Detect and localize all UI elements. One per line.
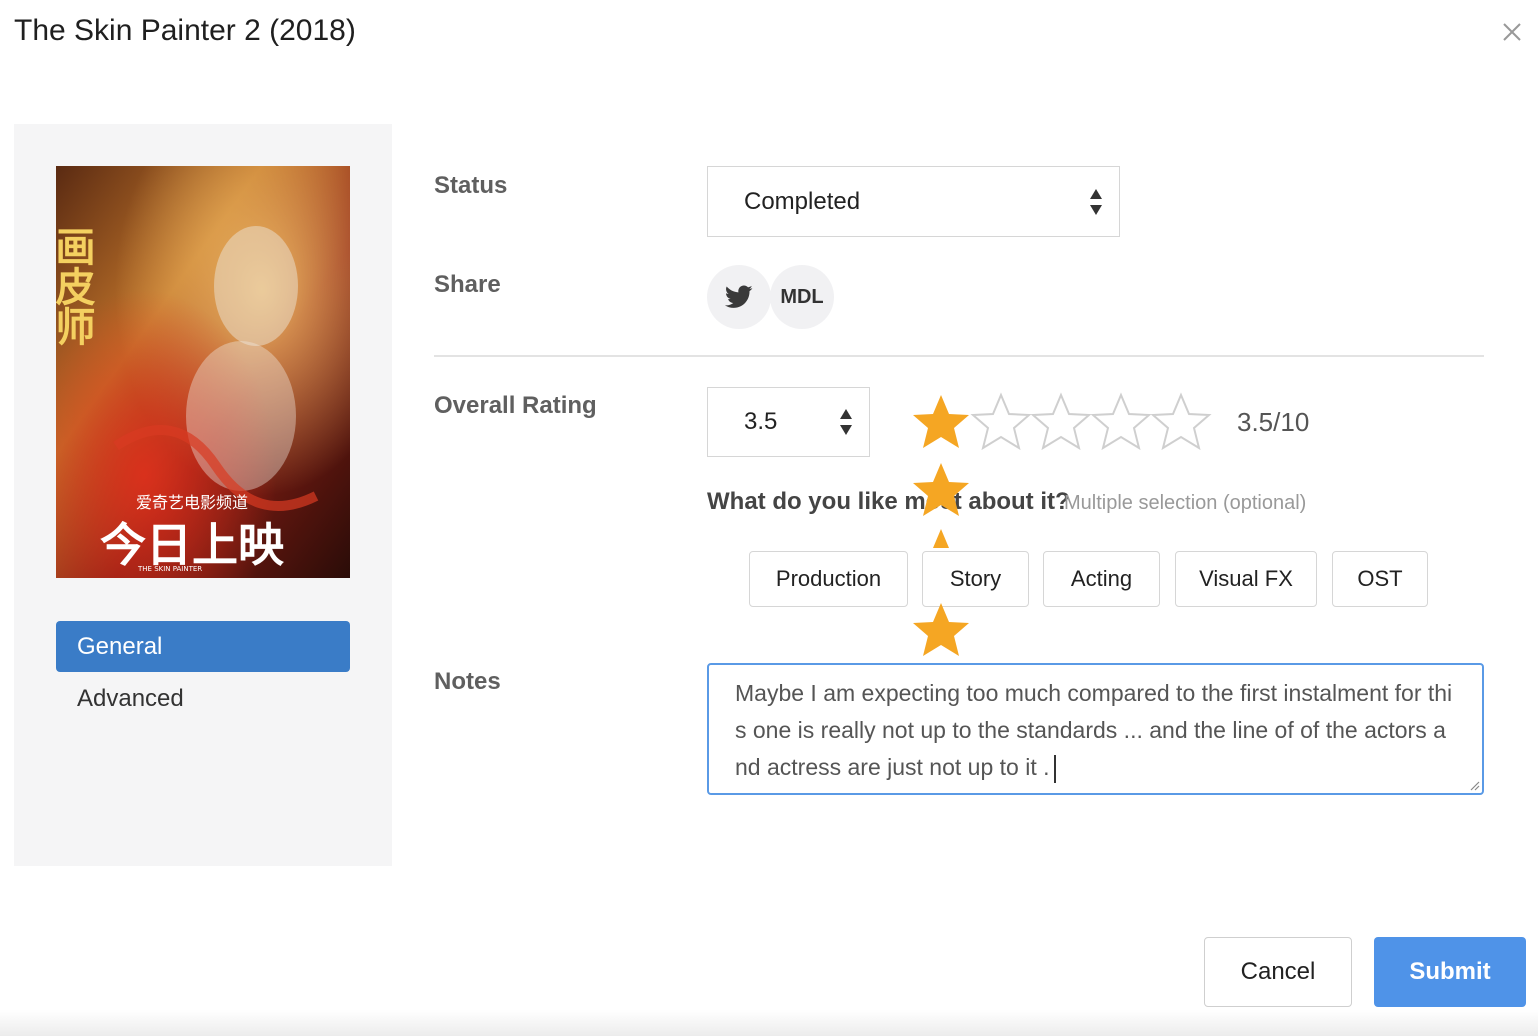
question-hint: Multiple selection (optional): [1064, 492, 1307, 514]
share-twitter-button[interactable]: [707, 265, 771, 329]
select-arrows-icon: [840, 409, 852, 435]
star-icon-empty[interactable]: [1090, 392, 1152, 452]
question-text: What do you like most about it?: [707, 488, 1070, 515]
close-icon: [1503, 23, 1521, 41]
notes-label: Notes: [434, 668, 501, 695]
sidebar-item-general[interactable]: General: [56, 621, 350, 672]
twitter-icon: [725, 285, 753, 308]
star-icon-filled[interactable]: [910, 392, 972, 452]
cancel-button[interactable]: Cancel: [1204, 937, 1352, 1007]
bottom-shadow: [0, 1010, 1538, 1036]
status-value: Completed: [744, 187, 861, 215]
tag-ost-button[interactable]: OST: [1332, 551, 1428, 607]
star-animation-icon: [910, 526, 972, 548]
close-button[interactable]: [1496, 16, 1528, 48]
share-mdl-button[interactable]: MDL: [770, 265, 834, 329]
rating-label: Overall Rating: [434, 392, 597, 419]
text-cursor: [1053, 754, 1056, 783]
tag-production-button[interactable]: Production: [749, 551, 908, 607]
tag-visual-fx-button[interactable]: Visual FX: [1175, 551, 1317, 607]
poster-image: 画皮师 爱奇艺电影频道 今日上映 THE SKIN PAINTER: [56, 166, 350, 578]
svg-text:爱奇艺电影频道: 爱奇艺电影频道: [136, 493, 248, 512]
divider: [434, 355, 1484, 357]
svg-text:今日上映: 今日上映: [100, 518, 284, 572]
select-arrows-icon: [1090, 188, 1102, 215]
status-select[interactable]: Completed: [707, 166, 1120, 237]
tag-story-button[interactable]: Story: [922, 551, 1029, 607]
poster-artwork: 画皮师 爱奇艺电影频道 今日上映 THE SKIN PAINTER: [56, 166, 350, 578]
star-icon-empty[interactable]: [1030, 392, 1092, 452]
sidebar-item-advanced[interactable]: Advanced: [56, 673, 350, 724]
sidebar: 画皮师 爱奇艺电影频道 今日上映 THE SKIN PAINTER Genera…: [14, 124, 392, 866]
svg-text:画皮师: 画皮师: [56, 226, 96, 346]
star-animation-icon: [910, 600, 972, 660]
rating-display: 3.5/10: [1237, 407, 1310, 437]
rating-value: 3.5: [744, 408, 778, 435]
resize-grip-icon[interactable]: [1468, 779, 1480, 791]
star-icon-empty[interactable]: [1150, 392, 1212, 452]
svg-text:THE SKIN PAINTER: THE SKIN PAINTER: [137, 565, 202, 573]
tag-acting-button[interactable]: Acting: [1043, 551, 1160, 607]
modal-title: The Skin Painter 2 (2018): [14, 14, 356, 47]
notes-text: Maybe I am expecting too much compared t…: [735, 680, 1453, 780]
submit-button[interactable]: Submit: [1374, 937, 1526, 1007]
status-label: Status: [434, 172, 508, 199]
share-label: Share: [434, 271, 501, 298]
star-icon-empty[interactable]: [970, 392, 1032, 452]
rating-select[interactable]: 3.5: [707, 387, 870, 457]
notes-textarea[interactable]: Maybe I am expecting too much compared t…: [707, 663, 1484, 795]
